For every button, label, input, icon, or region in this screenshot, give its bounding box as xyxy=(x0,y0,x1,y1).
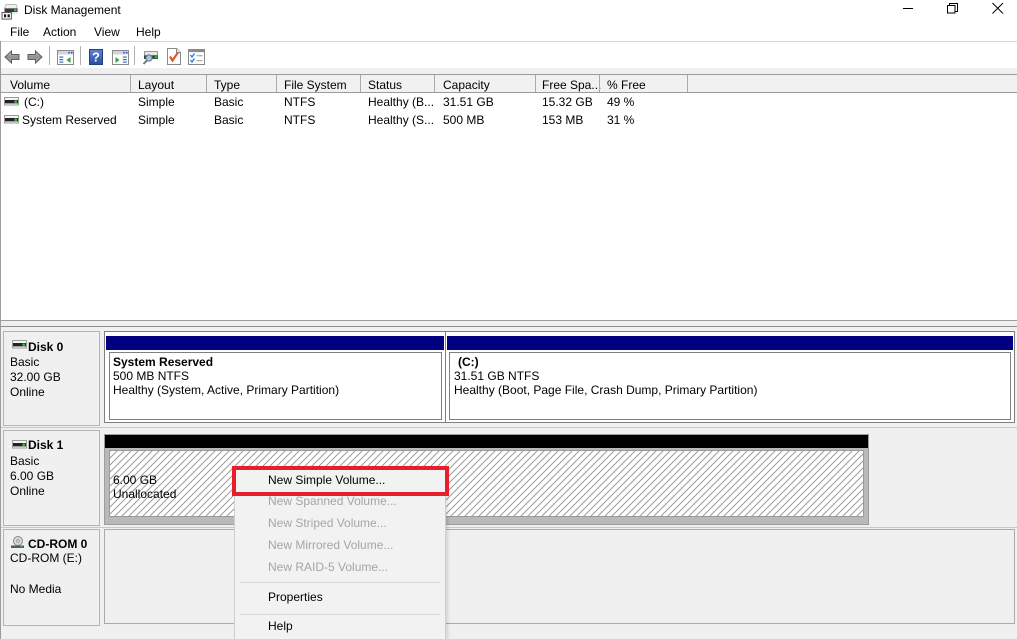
svg-text:?: ? xyxy=(92,50,100,65)
